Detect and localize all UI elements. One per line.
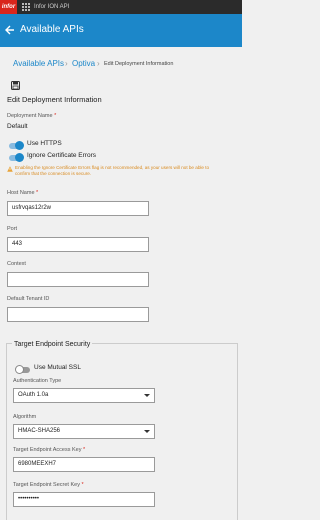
form-title: Edit Deployment Information [7,95,102,104]
app-grid-icon[interactable] [22,3,30,11]
chevron-down-icon [144,394,150,397]
auth-type-value: OAuth 1.0a [18,392,49,398]
context-label: Context [7,261,26,267]
infor-logo[interactable]: infor [0,0,17,14]
secret-key-label: Target Endpoint Secret Key * [13,482,84,488]
breadcrumb-optiva[interactable]: Optiva [72,59,95,69]
port-input[interactable]: 443 [7,237,149,252]
header-title: Available APIs [20,24,84,35]
security-title: Target Endpoint Security [12,340,93,349]
breadcrumb-separator: › [65,59,68,68]
default-tenant-label: Default Tenant ID [7,296,50,302]
auth-type-label: Authentication Type [13,378,62,384]
use-https-label: Use HTTPS [27,140,62,147]
ignore-cert-label: Ignore Certificate Errors [27,152,96,159]
use-https-toggle[interactable] [9,141,24,150]
mutual-ssl-toggle[interactable] [15,365,30,374]
algorithm-select[interactable]: HMAC-SHA256 [13,424,155,439]
deployment-name-label: Deployment Name * [7,113,57,119]
host-name-label: Host Name * [7,190,39,196]
algorithm-label: Algorithm [13,414,37,420]
port-label: Port [7,226,18,232]
arrow-left-icon[interactable] [3,21,17,39]
breadcrumb-available-apis[interactable]: Available APIs [13,59,64,69]
secret-key-input[interactable]: •••••••••• [13,492,155,507]
app-title: Infor ION API [34,4,70,10]
breadcrumb-separator: › [97,59,100,68]
warning-icon [7,166,13,172]
breadcrumb-current: Edit Deployment Information [104,61,174,67]
mutual-ssl-label: Use Mutual SSL [34,364,81,371]
warning-text: Enabling the Ignore Certificate Errors f… [15,165,210,176]
auth-type-select[interactable]: OAuth 1.0a [13,388,155,403]
chevron-down-icon [144,430,150,433]
access-key-label: Target Endpoint Access Key * [13,447,86,453]
access-key-input[interactable]: 6980MEEXH7 [13,457,155,472]
default-tenant-input[interactable] [7,307,149,322]
save-icon[interactable] [11,81,20,90]
algorithm-value: HMAC-SHA256 [18,428,61,434]
context-input[interactable] [7,272,149,287]
host-name-input[interactable]: usfrvqas12r2w [7,201,149,216]
ignore-cert-toggle[interactable] [9,153,24,162]
deployment-name-value: Default [7,123,28,130]
